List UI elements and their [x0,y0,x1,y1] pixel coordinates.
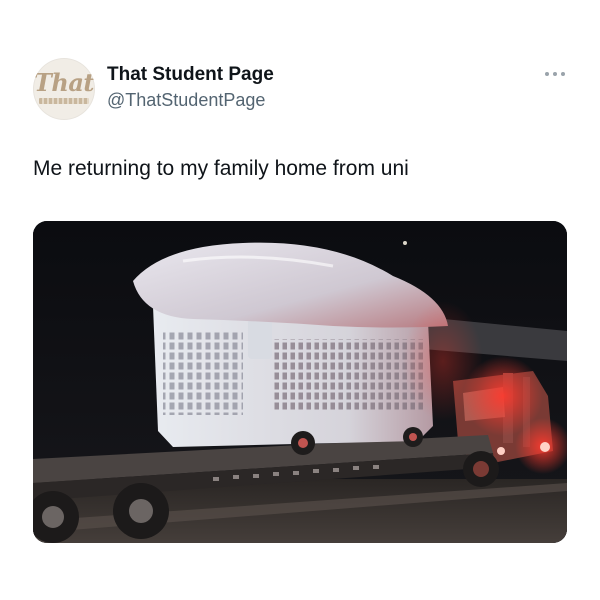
avatar-logo-strip [39,98,89,104]
tweet-card: That That Student Page @ThatStudentPage … [0,0,600,600]
tweet-media-photo[interactable] [33,221,567,543]
avatar[interactable]: That [33,58,95,120]
tweet-text: Me returning to my family home from uni [33,157,409,180]
author-display-name[interactable]: That Student Page [107,64,274,86]
more-horizontal-icon [545,72,565,76]
avatar-logo-text: That [34,68,94,97]
author-handle[interactable]: @ThatStudentPage [107,90,265,111]
photo-icon [33,221,567,543]
more-options-button[interactable] [540,64,570,84]
